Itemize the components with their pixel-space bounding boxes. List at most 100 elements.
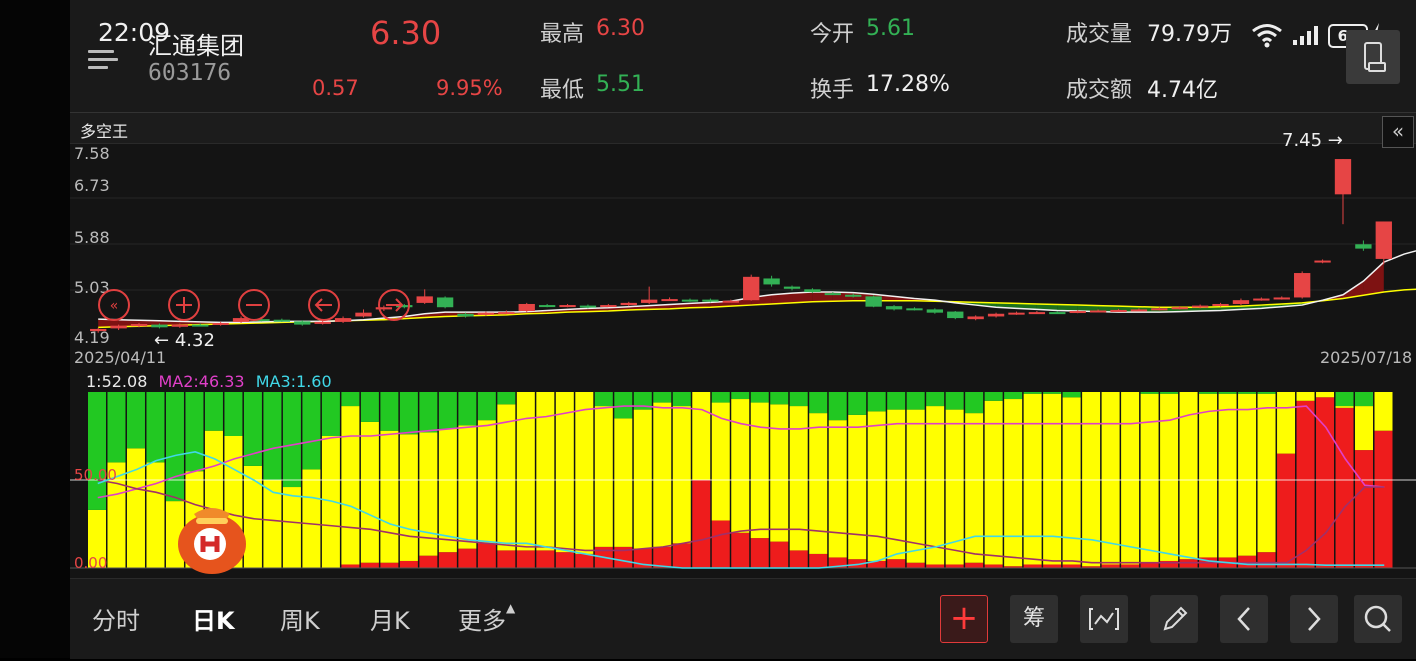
bar-green xyxy=(711,392,730,403)
bar-green xyxy=(1238,392,1257,394)
candle-body xyxy=(518,303,535,312)
low-label: 最低 xyxy=(540,78,585,103)
bar-yellow xyxy=(399,434,418,561)
bar-yellow xyxy=(341,406,360,565)
candle-body xyxy=(314,321,331,324)
candle-body xyxy=(967,316,984,320)
bar-yellow xyxy=(926,406,945,565)
candle-body xyxy=(804,289,821,293)
search-icon xyxy=(1364,605,1391,632)
tab-intraday[interactable]: 分时 xyxy=(92,601,140,636)
price-change-pct: 9.95% xyxy=(436,76,503,100)
candle-body xyxy=(579,305,597,308)
stock-code: 603176 xyxy=(148,60,232,86)
bar-yellow xyxy=(731,399,750,533)
bar-yellow xyxy=(1335,406,1354,408)
bar-yellow xyxy=(1257,393,1276,553)
bar-yellow xyxy=(770,404,789,542)
bar-yellow xyxy=(750,402,769,539)
bar-green xyxy=(1160,392,1179,394)
candle-body xyxy=(151,324,168,328)
chip-distribution-button[interactable]: 筹 xyxy=(1010,595,1058,643)
bar-yellow xyxy=(828,420,847,558)
candle-body xyxy=(1375,221,1392,259)
candle-body xyxy=(1334,159,1352,195)
turnover-label: 换手 xyxy=(810,78,855,103)
bar-green xyxy=(1140,392,1159,394)
chart-line-icon xyxy=(1089,608,1119,630)
zoom-out-button[interactable] xyxy=(238,289,270,321)
next-stock-button[interactable] xyxy=(1290,595,1338,643)
bar-yellow xyxy=(906,409,925,563)
indicator-button[interactable] xyxy=(1080,595,1128,643)
bar-green xyxy=(867,392,886,412)
bar-yellow xyxy=(360,421,379,563)
bar-red xyxy=(731,532,750,568)
tab-monthly-k[interactable]: 月K xyxy=(370,601,410,636)
bar-green xyxy=(750,392,769,403)
bar-green xyxy=(770,392,789,405)
bar-green xyxy=(497,392,516,405)
search-button[interactable] xyxy=(1354,595,1402,643)
menu-icon[interactable] xyxy=(88,44,118,74)
bar-yellow xyxy=(1355,406,1374,451)
step-forward-button[interactable] xyxy=(378,289,410,321)
money-bag-icon[interactable] xyxy=(170,492,254,578)
bar-yellow xyxy=(516,392,535,551)
step-back-button[interactable] xyxy=(308,289,340,321)
scroll-left-button[interactable]: « xyxy=(98,289,130,321)
tab-more[interactable]: 更多▲ xyxy=(458,601,515,636)
bar-green xyxy=(399,392,418,435)
bar-red xyxy=(1179,559,1198,568)
previous-stock-button[interactable] xyxy=(1220,595,1268,643)
bar-yellow xyxy=(1374,392,1393,431)
bar-red xyxy=(458,548,477,568)
bar-green xyxy=(165,392,184,502)
add-watchlist-button[interactable]: + xyxy=(940,595,988,643)
bar-red xyxy=(1238,555,1257,568)
bar-red xyxy=(770,541,789,568)
high-marker-label: 7.45 → xyxy=(1282,130,1343,151)
indicator-chart[interactable] xyxy=(70,392,1416,572)
bar-red xyxy=(711,520,730,568)
landscape-toggle-button[interactable] xyxy=(1346,30,1400,84)
wifi-icon xyxy=(1252,24,1282,48)
legend-ma3: MA3:1.60 xyxy=(255,372,332,391)
bar-yellow xyxy=(458,425,477,549)
candle-body xyxy=(212,322,229,325)
candle-body xyxy=(1171,307,1188,310)
bar-green xyxy=(107,392,126,463)
candle-body xyxy=(987,313,1005,317)
draw-tool-button[interactable] xyxy=(1150,595,1198,643)
bar-green xyxy=(88,392,106,510)
tab-more-label: 更多 xyxy=(458,607,506,635)
y-tick-label: 5.88 xyxy=(74,228,110,247)
candle-body xyxy=(702,299,719,302)
bar-green xyxy=(1218,392,1237,394)
zoom-in-button[interactable] xyxy=(168,289,200,321)
bar-green xyxy=(828,392,847,421)
candle-body xyxy=(1191,305,1209,308)
bar-yellow xyxy=(555,392,574,553)
chart-title-bar xyxy=(70,112,1416,144)
candle-body xyxy=(1130,309,1148,312)
bottom-toolbar: 分时 日K 周K 月K 更多▲ + 筹 xyxy=(70,578,1416,659)
low-value: 5.51 xyxy=(596,72,645,97)
signal-icon xyxy=(1293,26,1318,45)
candle-body xyxy=(538,305,556,308)
tab-daily-k[interactable]: 日K xyxy=(192,601,235,636)
candle-body xyxy=(477,312,495,315)
bar-green xyxy=(906,392,925,410)
bar-yellow xyxy=(1296,392,1315,401)
amount-label: 成交额 xyxy=(1066,78,1133,103)
bar-red xyxy=(1101,564,1120,568)
candle-body xyxy=(620,302,637,306)
y-tick-label: 6.73 xyxy=(74,176,110,195)
bar-yellow xyxy=(1023,393,1042,565)
bar-green xyxy=(848,392,867,415)
bar-yellow xyxy=(867,411,886,561)
candle-body xyxy=(1212,303,1229,306)
tab-weekly-k[interactable]: 周K xyxy=(280,601,320,636)
bar-yellow xyxy=(887,409,906,560)
candle-body xyxy=(1008,312,1025,315)
